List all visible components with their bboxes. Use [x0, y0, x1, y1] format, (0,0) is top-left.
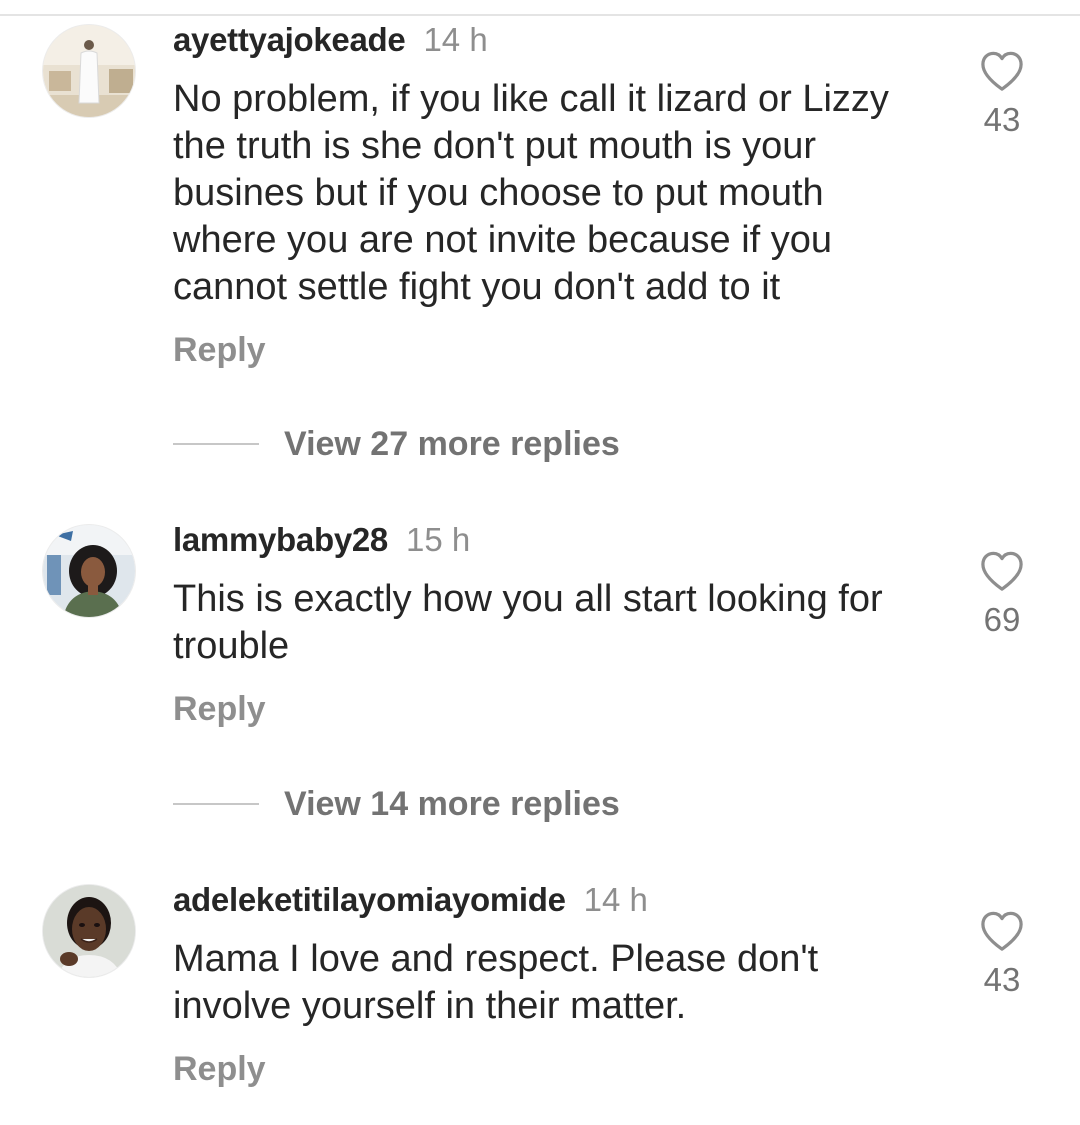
username[interactable]: ayettyajokeade	[173, 21, 406, 58]
reply-button[interactable]: Reply	[173, 689, 266, 729]
comment-text: Mama I love and respect. Please don't in…	[173, 936, 943, 1030]
view-replies-button[interactable]: View 27 more replies	[173, 424, 773, 464]
heart-outline-icon[interactable]	[979, 50, 1025, 92]
reply-button[interactable]: Reply	[173, 330, 266, 370]
comment-line: cannot settle fight you don't add to it	[173, 266, 781, 308]
comment-line: This is exactly how you all start lookin…	[173, 578, 883, 620]
comment-item: adeleketitilayomiayomide 14 h Mama I love…	[0, 880, 1080, 1100]
avatar[interactable]	[42, 884, 136, 978]
like-control: 43	[975, 910, 1029, 1000]
timestamp: 15 h	[406, 521, 471, 558]
view-replies-label: View 27 more replies	[284, 425, 620, 463]
replies-divider-line	[173, 443, 259, 445]
comment-item: ayettyajokeade 14 h No problem, if you li…	[0, 20, 1080, 380]
view-replies-label: View 14 more replies	[284, 785, 620, 823]
comment-text: No problem, if you like call it lizard o…	[173, 76, 943, 311]
heart-outline-icon[interactable]	[979, 550, 1025, 592]
comment-text: This is exactly how you all start lookin…	[173, 576, 943, 670]
like-count: 43	[983, 961, 1021, 998]
comment-line: the truth is she don't put mouth is your	[173, 125, 817, 167]
timestamp: 14 h	[423, 21, 488, 58]
like-count: 69	[983, 601, 1021, 638]
avatar[interactable]	[42, 24, 136, 118]
comment-line: involve yourself in their matter.	[173, 985, 687, 1027]
replies-divider-line	[173, 803, 259, 805]
comment-header: adeleketitilayomiayomide 14 h	[173, 880, 648, 920]
like-control: 69	[975, 550, 1029, 640]
comment-header: lammybaby28 15 h	[173, 520, 470, 560]
username[interactable]: adeleketitilayomiayomide	[173, 881, 566, 918]
view-replies-button[interactable]: View 14 more replies	[173, 784, 773, 824]
top-divider	[0, 14, 1080, 16]
comment-item: lammybaby28 15 h This is exactly how you …	[0, 520, 1080, 740]
username[interactable]: lammybaby28	[173, 521, 388, 558]
comment-line: Mama I love and respect. Please don't	[173, 938, 819, 980]
comment-line: busines but if you choose to put mouth	[173, 172, 824, 214]
heart-outline-icon[interactable]	[979, 910, 1025, 952]
comment-line: No problem, if you like call it lizard o…	[173, 78, 889, 120]
avatar[interactable]	[42, 524, 136, 618]
like-count: 43	[983, 101, 1021, 138]
comment-line: trouble	[173, 625, 290, 667]
reply-button[interactable]: Reply	[173, 1049, 266, 1089]
like-control: 43	[975, 50, 1029, 140]
comment-header: ayettyajokeade 14 h	[173, 20, 488, 60]
comment-line: where you are not invite because if you	[173, 219, 833, 261]
timestamp: 14 h	[583, 881, 648, 918]
